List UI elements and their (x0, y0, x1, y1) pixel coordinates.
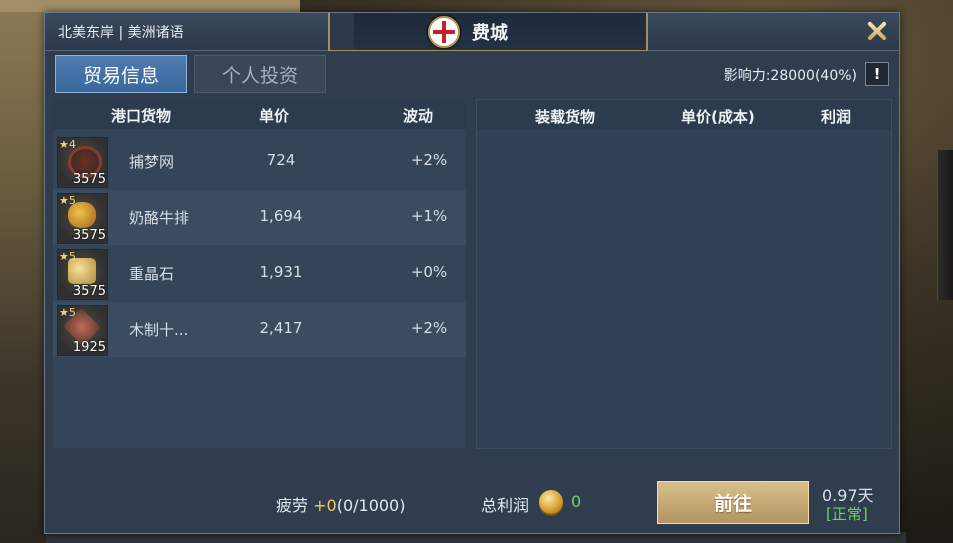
red-cross-flag-icon (428, 16, 460, 48)
goods-stars: ★4 (59, 138, 76, 151)
fatigue-plus: +0 (313, 496, 337, 515)
goods-name: 重晶石 (129, 265, 175, 283)
loaded-cargo-table: 装载货物 单价(成本) 利润 (476, 99, 892, 449)
loaded-cargo-header: 装载货物 单价(成本) 利润 (477, 100, 891, 130)
map-background-left (0, 0, 46, 543)
map-background-top (0, 0, 300, 12)
goods-change: +0% (410, 263, 448, 281)
goods-stars: ★5 (59, 306, 76, 319)
goods-change: +2% (410, 151, 448, 169)
fatigue-label: 疲劳 (276, 496, 309, 515)
goods-stars: ★5 (59, 250, 76, 263)
info-button[interactable]: ! (865, 62, 889, 86)
tab-trade-info[interactable]: 贸易信息 (55, 55, 187, 93)
col-port-goods: 港口货物 (111, 107, 172, 125)
goods-row[interactable]: ★5 3575 奶酪牛排 1,694 +1% (53, 190, 466, 245)
goods-change: +2% (410, 319, 448, 337)
goods-change: +1% (410, 207, 448, 225)
goods-row[interactable]: ★5 1925 木制十... 2,417 +2% (53, 302, 466, 357)
goods-row[interactable]: ★5 3575 重晶石 1,931 +0% (53, 246, 466, 301)
col-fluctuation: 波动 (403, 107, 434, 125)
port-goods-table: 港口货物 单价 波动 ★4 3575 捕梦网 724 +2% ★5 3575 奶… (53, 99, 466, 448)
col-loaded-goods: 装载货物 (535, 108, 596, 126)
fatigue-value: (0/1000) (336, 496, 406, 515)
goods-stars: ★5 (59, 194, 76, 207)
tab-personal-investment[interactable]: 个人投资 (194, 55, 326, 93)
fatigue-readout: 疲劳 +0(0/1000) (276, 492, 405, 516)
goods-quantity: 3575 (72, 172, 106, 187)
total-profit-value: 0 (571, 492, 582, 511)
go-button[interactable]: 前往 (657, 481, 809, 524)
side-widget-edge (937, 150, 953, 300)
col-profit: 利润 (821, 108, 852, 126)
gold-coin-icon (539, 490, 563, 514)
goods-name: 捕梦网 (129, 153, 175, 171)
goods-price: 724 (266, 151, 296, 169)
goods-price: 1,931 (259, 263, 303, 281)
barite-icon: ★5 3575 (57, 249, 108, 300)
goods-quantity: 1925 (72, 340, 106, 355)
goods-price: 2,417 (259, 319, 303, 337)
wooden-cross-icon: ★5 1925 (57, 305, 108, 356)
goods-quantity: 3575 (72, 284, 106, 299)
region-label: 北美东岸 | 美洲诸语 (58, 25, 184, 41)
city-title: 费城 (472, 23, 508, 44)
cheese-steak-icon: ★5 3575 (57, 193, 108, 244)
goods-name: 木制十... (129, 321, 189, 339)
total-profit-label: 总利润 (481, 496, 530, 515)
goods-name: 奶酪牛排 (129, 209, 190, 227)
goods-price: 1,694 (259, 207, 303, 225)
trade-panel: 北美东岸 | 美洲诸语 费城 贸易信息 个人投资 影响力:28000(40%) … (44, 12, 900, 534)
goods-quantity: 3575 (72, 228, 106, 243)
dreamcatcher-icon: ★4 3575 (57, 137, 108, 188)
col-unit-price: 单价 (259, 107, 290, 125)
panel-header: 北美东岸 | 美洲诸语 费城 (45, 13, 899, 51)
influence-readout: 影响力:28000(40%) (723, 68, 857, 84)
goods-row[interactable]: ★4 3575 捕梦网 724 +2% (53, 134, 466, 189)
travel-status: [正常] (826, 505, 868, 523)
close-icon[interactable] (865, 19, 889, 43)
col-unit-cost: 单价(成本) (681, 108, 755, 126)
port-goods-header: 港口货物 单价 波动 (53, 99, 466, 129)
